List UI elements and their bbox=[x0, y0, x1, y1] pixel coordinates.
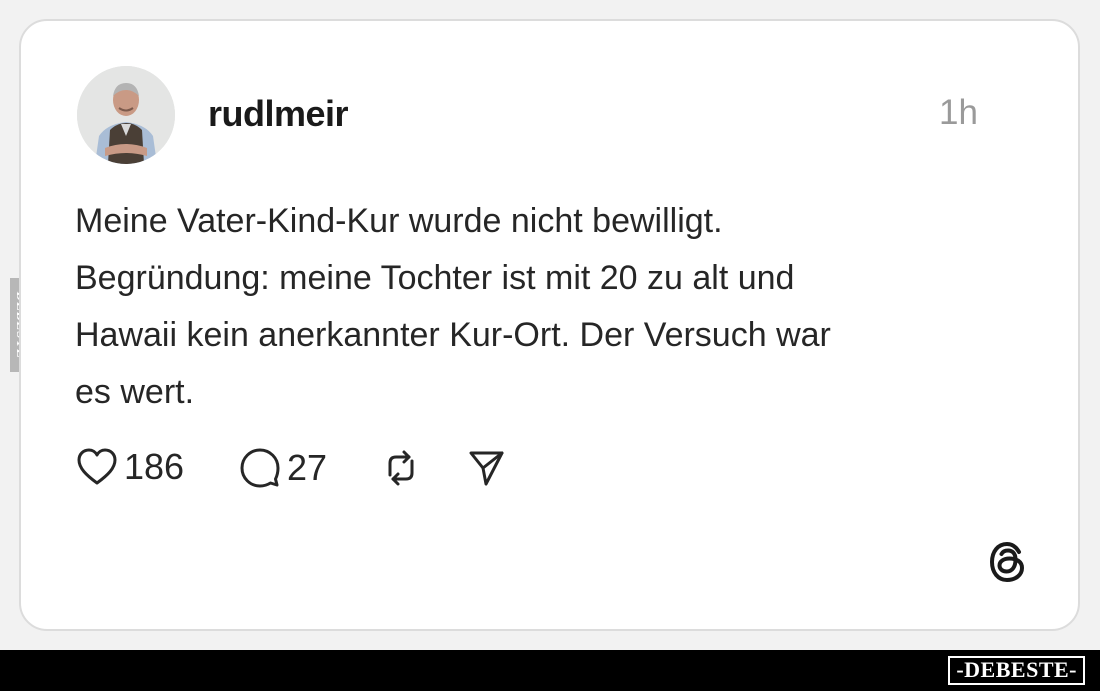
avatar-photo bbox=[77, 66, 175, 164]
avatar[interactable] bbox=[77, 66, 175, 164]
watermark-footer: -DEBESTE- bbox=[0, 650, 1100, 691]
post-text-line: Meine Vater-Kind-Kur wurde nicht bewilli… bbox=[75, 202, 723, 240]
repost-button[interactable] bbox=[381, 447, 421, 489]
action-bar: 186 27 bbox=[76, 447, 556, 497]
post-text-line: Hawaii kein anerkannter Kur-Ort. Der Ver… bbox=[75, 316, 831, 354]
debeste-badge: -DEBESTE- bbox=[948, 656, 1085, 685]
send-icon bbox=[469, 451, 504, 486]
share-button[interactable] bbox=[466, 447, 506, 489]
post-text-line: es wert. bbox=[75, 373, 195, 411]
threads-logo-icon[interactable] bbox=[986, 539, 1032, 585]
heart-icon bbox=[77, 448, 117, 485]
post-text-line: Begründung: meine Tochter ist mit 20 zu … bbox=[75, 259, 795, 297]
like-button[interactable]: 186 bbox=[76, 447, 184, 487]
reply-button[interactable]: 27 bbox=[239, 447, 327, 489]
post-card: rudlmeir 1h Meine Vater-Kind-Kur wurde n… bbox=[19, 19, 1080, 631]
post-text: Meine Vater-Kind-Kur wurde nicht bewilli… bbox=[75, 193, 1005, 421]
username[interactable]: rudlmeir bbox=[208, 93, 349, 135]
like-count: 186 bbox=[124, 446, 185, 487]
speech-bubble-icon bbox=[240, 448, 280, 488]
repost-arrows-icon bbox=[388, 450, 414, 486]
reply-count: 27 bbox=[287, 447, 328, 488]
timestamp: 1h bbox=[939, 93, 978, 132]
